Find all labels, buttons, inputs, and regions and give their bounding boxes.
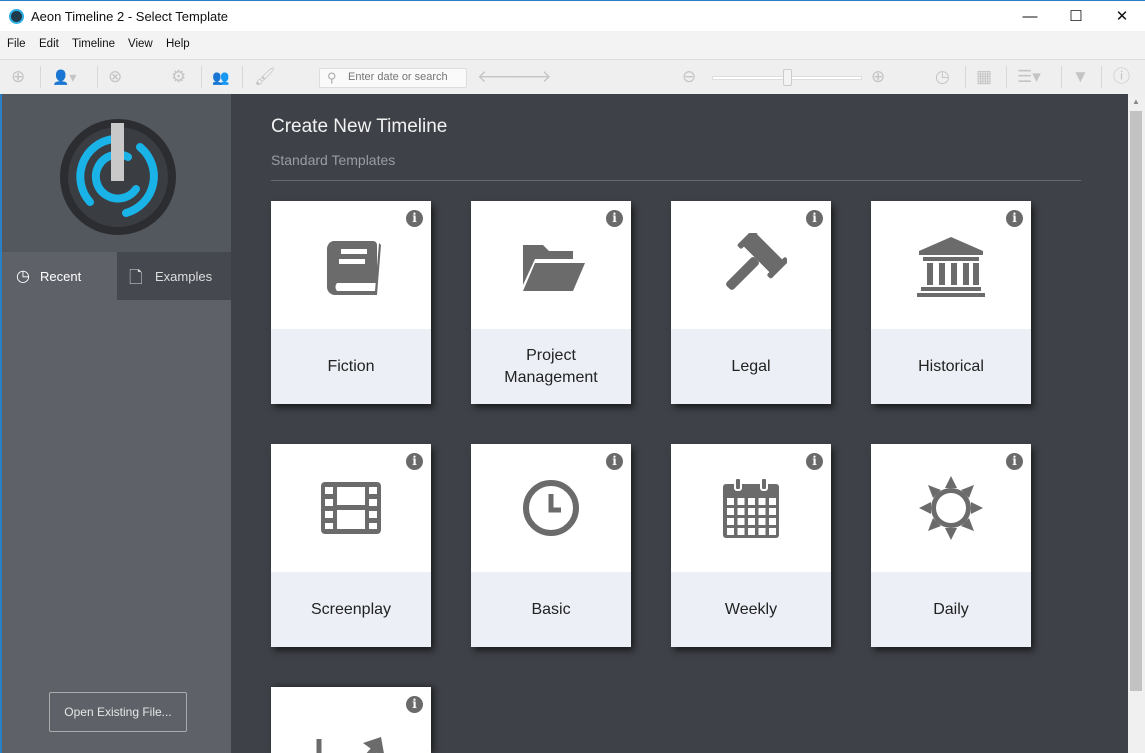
minimize-button[interactable]: —	[1007, 1, 1053, 32]
template-label: Screenplay	[271, 572, 431, 647]
people-icon[interactable]: 👥	[212, 68, 229, 86]
info-icon[interactable]: i	[1006, 453, 1023, 470]
divider	[271, 180, 1081, 181]
book-icon	[326, 241, 381, 295]
clock-icon: ◷	[16, 268, 30, 285]
tab-label: Examples	[155, 269, 213, 284]
divider	[965, 66, 966, 88]
info-icon[interactable]: i	[406, 696, 423, 713]
list-icon[interactable]: ☰▾	[1017, 68, 1041, 86]
template-panel: Create New Timeline Standard Templates i…	[231, 94, 1128, 753]
menu-file[interactable]: File	[7, 38, 26, 50]
info-icon[interactable]: i	[606, 210, 623, 227]
scrollbar-thumb[interactable]	[1130, 111, 1142, 691]
gavel-icon	[726, 233, 787, 290]
divider	[40, 66, 41, 88]
sidebar: ◷ Recent 🗋 Examples Open Existing File..…	[0, 94, 231, 753]
gear-icon[interactable]: ⚙	[171, 68, 186, 86]
zoom-slider-thumb[interactable]	[783, 69, 792, 86]
recent-list	[2, 300, 231, 753]
template-label: Project Management	[471, 329, 631, 404]
divider	[1061, 66, 1062, 88]
search-icon: ⚲	[327, 70, 337, 85]
divider	[1101, 66, 1102, 88]
info-icon[interactable]: i	[606, 453, 623, 470]
page-title: Create New Timeline	[271, 116, 448, 137]
template-label: Fiction	[271, 329, 431, 404]
title-bar: Aeon Timeline 2 - Select Template — ☐ ✕	[0, 0, 1145, 31]
aeon-logo	[60, 119, 176, 235]
template-card-historical[interactable]: i Historical	[871, 201, 1031, 404]
info-icon[interactable]: i	[806, 210, 823, 227]
divider	[1006, 66, 1007, 88]
info-icon[interactable]: i	[806, 453, 823, 470]
menu-help[interactable]: Help	[166, 38, 190, 50]
template-card-project-management[interactable]: i Project Management	[471, 201, 631, 404]
close-button[interactable]: ✕	[1099, 1, 1145, 32]
search-box[interactable]: ⚲	[319, 68, 467, 88]
tab-label: Recent	[40, 269, 82, 284]
add-icon[interactable]: ⊕	[11, 68, 25, 86]
tab-examples[interactable]: 🗋 Examples	[117, 252, 231, 300]
info-icon[interactable]: ⓘ	[1113, 68, 1130, 86]
add-person-icon[interactable]: 👤▾	[52, 68, 76, 86]
template-label: Daily	[871, 572, 1031, 647]
forward-arrow-icon[interactable]: 🡒	[506, 68, 552, 86]
search-input[interactable]	[348, 71, 464, 83]
bank-icon	[917, 237, 985, 297]
divider	[242, 66, 243, 88]
template-card-fiction[interactable]: i Fiction	[271, 201, 431, 404]
template-card-daily[interactable]: i Daily	[871, 444, 1031, 647]
filter-icon[interactable]: ▼	[1072, 68, 1089, 86]
info-icon[interactable]: i	[1006, 210, 1023, 227]
menu-view[interactable]: View	[128, 38, 153, 50]
template-label: Basic	[471, 572, 631, 647]
chart-icon	[316, 737, 384, 753]
toolbar: ⊕ 👤▾ ⊗ ⚙ 👥 🖌 ⚲ 🡐 🡒 ⊖ ⊕ ◷ ▦ ☰▾ ▼ ⓘ	[0, 59, 1145, 94]
brush-icon[interactable]: 🖌	[254, 68, 276, 86]
document-icon: 🗋	[129, 268, 143, 287]
menu-edit[interactable]: Edit	[39, 38, 59, 50]
menu-timeline[interactable]: Timeline	[72, 38, 115, 50]
info-icon[interactable]: i	[406, 210, 423, 227]
open-existing-file-button[interactable]: Open Existing File...	[49, 692, 187, 732]
tab-recent[interactable]: ◷ Recent	[2, 252, 117, 300]
zoom-in-icon[interactable]: ⊕	[871, 68, 885, 86]
menu-bar: File Edit Timeline View Help	[0, 31, 1145, 59]
template-card-screenplay[interactable]: i Screenplay	[271, 444, 431, 647]
divider	[97, 66, 98, 88]
film-icon	[321, 482, 381, 534]
section-subtitle: Standard Templates	[271, 152, 396, 168]
delete-icon[interactable]: ⊗	[108, 68, 122, 86]
calendar-icon	[723, 477, 779, 538]
scrollbar[interactable]: ▲	[1128, 94, 1145, 753]
maximize-button[interactable]: ☐	[1053, 1, 1099, 32]
template-card-legal[interactable]: i Legal	[671, 201, 831, 404]
app-logo-icon	[9, 9, 24, 24]
folder-icon	[523, 245, 585, 291]
template-card-weekly[interactable]: i Weekly	[671, 444, 831, 647]
scroll-up-icon[interactable]: ▲	[1132, 97, 1140, 106]
divider	[201, 66, 202, 88]
template-card-chart[interactable]: i	[271, 687, 431, 753]
template-label: Historical	[871, 329, 1031, 404]
grid-icon[interactable]: ▦	[976, 68, 992, 86]
template-card-basic[interactable]: i Basic	[471, 444, 631, 647]
template-label: Weekly	[671, 572, 831, 647]
clock-icon[interactable]: ◷	[935, 68, 950, 86]
zoom-out-icon[interactable]: ⊖	[682, 68, 696, 86]
window-title: Aeon Timeline 2 - Select Template	[31, 9, 229, 24]
template-label: Legal	[671, 329, 831, 404]
clock-icon	[523, 480, 579, 536]
info-icon[interactable]: i	[406, 453, 423, 470]
sun-icon	[919, 476, 983, 540]
